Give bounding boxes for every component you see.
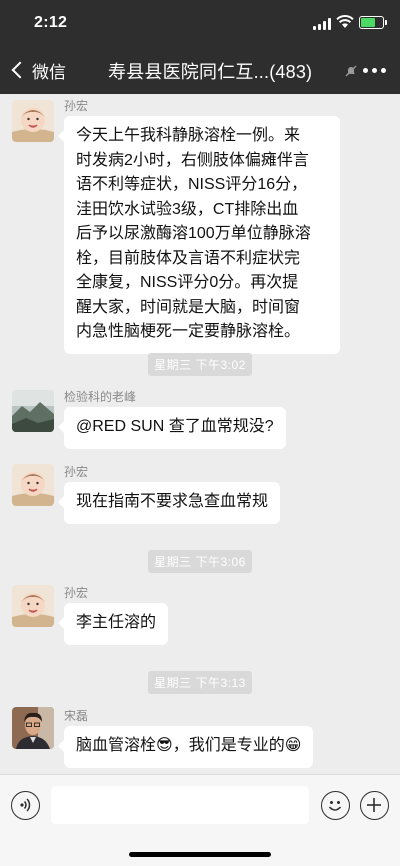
top-header: 2:12 微信 寿县县医院同仁互...(483)	[0, 0, 400, 94]
avatar-baby[interactable]	[12, 100, 54, 142]
status-time: 2:12	[34, 14, 68, 31]
timestamp-label: 星期三 下午3:02	[148, 353, 252, 376]
message-input[interactable]	[51, 786, 309, 824]
back-button[interactable]: 微信	[10, 58, 66, 82]
wifi-icon	[336, 15, 354, 28]
timestamp-row: 星期三 下午3:13	[0, 671, 400, 694]
battery-icon	[359, 16, 387, 29]
smiley-icon	[328, 801, 342, 811]
message-line: 李主任溶的	[76, 614, 157, 631]
message-bubble[interactable]: 今天上午我科静脉溶栓一例。来 时发病2小时，右侧肢体偏瘫伴言 语不利等症状，NI…	[58, 116, 340, 354]
message-bubble[interactable]: 李主任溶的	[57, 603, 169, 645]
message-line: 全康复，NISS评分0分。再次提	[76, 274, 299, 291]
status-bar: 2:12	[0, 0, 400, 46]
message-line: @RED SUN 查了血常规没?	[76, 418, 274, 435]
more-options-button[interactable]	[363, 68, 387, 76]
grinning-emoji: 😁	[284, 737, 302, 754]
message-line: 今天上午我科静脉溶栓一例。来	[76, 127, 301, 144]
message-line: 后予以尿激酶溶100万单位静脉溶	[76, 225, 311, 242]
home-indicator	[129, 852, 271, 857]
voice-button[interactable]	[11, 791, 40, 820]
nav-bar: 微信 寿县县医院同仁互...(483)	[0, 46, 400, 94]
plus-icon	[367, 798, 381, 812]
avatar-baby[interactable]	[12, 585, 54, 627]
timestamp-row: 星期三 下午3:06	[0, 550, 400, 573]
message-line: 栓，目前肢体及言语不利症状完	[76, 249, 301, 267]
timestamp-row: 星期三 下午3:02	[0, 353, 400, 376]
landscape-photo-icon	[12, 390, 54, 432]
timestamp-label: 星期三 下午3:06	[148, 550, 252, 573]
sender-name: 孙宏	[64, 586, 89, 600]
cellular-signal-icon	[313, 18, 331, 30]
sunglasses-emoji: 😎	[156, 737, 173, 754]
sender-name: 孙宏	[64, 99, 89, 113]
voice-icon	[20, 798, 31, 812]
message-line: 现在指南不要求急查血常规	[76, 493, 269, 510]
chat-area[interactable]: 孙宏 今天上午我科静脉溶栓一例。来 时发病2小时，右侧肢体偏瘫伴言 语不利等症状…	[0, 94, 400, 774]
message-bubble[interactable]: 脑血管溶栓😎，我们是专业的😁	[57, 726, 314, 768]
message-line: 时发病2小时，右侧肢体偏瘫伴言	[76, 151, 309, 169]
timestamp-label: 星期三 下午3:13	[148, 671, 252, 694]
message-bubble[interactable]: @RED SUN 查了血常规没?	[58, 407, 286, 449]
baby-photo-icon	[12, 585, 54, 627]
message-line: 内急性脑梗死一定要静脉溶栓。	[76, 323, 301, 340]
chevron-left-icon	[11, 61, 29, 79]
sender-name: 孙宏	[64, 465, 89, 479]
mute-bell-icon	[345, 65, 357, 77]
message-line: 语不利等症状，NISS评分16分，	[76, 176, 308, 193]
avatar-baby[interactable]	[12, 464, 54, 506]
baby-photo-icon	[12, 464, 54, 506]
avatar-man[interactable]	[12, 707, 54, 749]
add-button[interactable]	[360, 791, 389, 820]
message-line: 洼田饮水试验3级，CT排除出血	[76, 200, 299, 218]
sender-name: 检验科的老峰	[64, 390, 137, 404]
emoji-button[interactable]	[321, 791, 350, 820]
message-text: ，我们是专业的	[172, 737, 285, 754]
message-bubble[interactable]: 现在指南不要求急查血常规	[57, 482, 281, 524]
message-text: 脑血管溶栓	[76, 737, 157, 754]
man-photo-icon	[12, 707, 54, 749]
avatar-landscape[interactable]	[12, 390, 54, 432]
sender-name: 宋磊	[64, 709, 89, 723]
chat-title: 寿县县医院同仁互...(483)	[108, 62, 313, 82]
baby-photo-icon	[12, 100, 54, 142]
message-line: 醒大家，时间就是大脑，时间窗	[76, 298, 301, 316]
back-label: 微信	[32, 62, 66, 82]
